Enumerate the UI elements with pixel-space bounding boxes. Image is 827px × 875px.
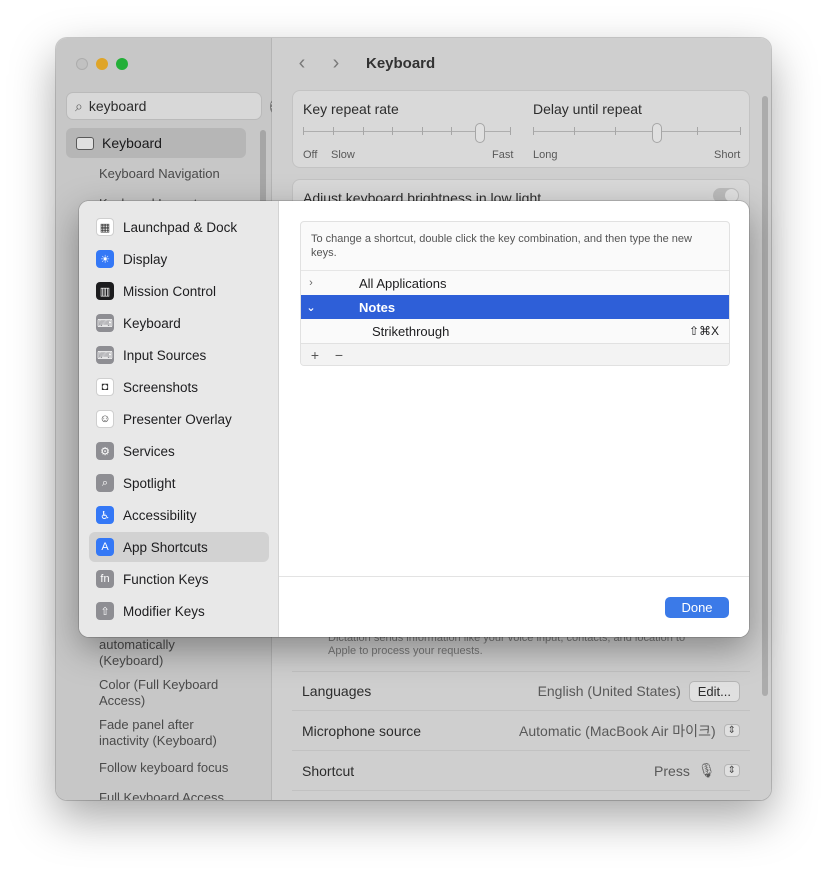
shortcut-hint: To change a shortcut, double click the k… xyxy=(301,222,729,271)
category-label: Mission Control xyxy=(123,283,217,299)
keyboard-icon: ⌨ xyxy=(96,314,114,332)
category-label: App Shortcuts xyxy=(123,539,208,555)
shortcut-table: To change a shortcut, double click the k… xyxy=(300,221,730,366)
category-item[interactable]: ☺ Presenter Overlay xyxy=(89,404,269,434)
category-label: Services xyxy=(123,443,175,459)
category-item[interactable]: ♿ Accessibility xyxy=(89,500,269,530)
launchpad-icon: ▦ xyxy=(96,218,114,236)
disclosure-expanded-icon[interactable]: ⌄ xyxy=(301,301,321,314)
modifier-up-icon: ⇧ xyxy=(96,602,114,620)
category-item[interactable]: ⌕ Spotlight xyxy=(89,468,269,498)
add-shortcut-button[interactable]: + xyxy=(305,347,325,363)
category-label: Input Sources xyxy=(123,347,207,363)
done-button[interactable]: Done xyxy=(665,597,729,618)
table-row-all-applications[interactable]: › All Applications xyxy=(301,271,729,295)
gears-icon: ⚙ xyxy=(96,442,114,460)
table-row-strikethrough[interactable]: Strikethrough ⇧⌘X xyxy=(301,319,729,343)
category-label: Keyboard xyxy=(123,315,181,331)
category-item[interactable]: ⚙ Services xyxy=(89,436,269,466)
sheet-footer: Done xyxy=(279,576,749,637)
category-item[interactable]: ▦ Launchpad & Dock xyxy=(89,212,269,242)
mission-control-icon: ▥ xyxy=(96,282,114,300)
category-item[interactable]: ⌨ Keyboard xyxy=(89,308,269,338)
category-label: Launchpad & Dock xyxy=(123,219,238,235)
presenter-icon: ☺ xyxy=(96,410,114,428)
display-brightness-icon: ☀ xyxy=(96,250,114,268)
fn-icon: fn xyxy=(96,570,114,588)
accessibility-icon: ♿ xyxy=(96,506,114,524)
category-label: Screenshots xyxy=(123,379,199,395)
category-item[interactable]: ⌨ Input Sources xyxy=(89,340,269,370)
spotlight-icon: ⌕ xyxy=(96,474,114,492)
category-item[interactable]: fn Function Keys xyxy=(89,564,269,594)
keyboard-shortcuts-sheet: ▦ Launchpad & Dock ☀ Display ▥ Mission Contro… xyxy=(79,201,749,637)
remove-shortcut-button[interactable]: − xyxy=(329,347,349,363)
app-store-icon: A xyxy=(96,538,114,556)
category-item[interactable]: ☀ Display xyxy=(89,244,269,274)
category-item[interactable]: ▥ Mission Control xyxy=(89,276,269,306)
category-label: Modifier Keys xyxy=(123,603,205,619)
category-item[interactable]: ⇧ Modifier Keys xyxy=(89,596,269,626)
shortcut-categories: ▦ Launchpad & Dock ☀ Display ▥ Mission Contro… xyxy=(79,201,279,637)
row-label: Strikethrough xyxy=(372,323,450,339)
category-label: Spotlight xyxy=(123,475,176,491)
table-footer: + − xyxy=(301,343,729,365)
shortcut-detail: To change a shortcut, double click the k… xyxy=(279,201,749,637)
category-label: Function Keys xyxy=(123,571,209,587)
category-label: Display xyxy=(123,251,168,267)
disclosure-collapsed-icon[interactable]: › xyxy=(301,277,321,289)
category-item[interactable]: A App Shortcuts xyxy=(89,532,269,562)
table-row-notes[interactable]: ⌄ Notes xyxy=(301,295,729,319)
category-label: Accessibility xyxy=(123,507,197,523)
row-label: Notes xyxy=(359,299,396,315)
category-label: Presenter Overlay xyxy=(123,411,232,427)
category-item[interactable]: ◘ Screenshots xyxy=(89,372,269,402)
screenshot-icon: ◘ xyxy=(96,378,114,396)
shortcut-keys[interactable]: ⇧⌘X xyxy=(689,324,719,338)
row-label: All Applications xyxy=(359,275,447,291)
keyboard-icon: ⌨ xyxy=(96,346,114,364)
